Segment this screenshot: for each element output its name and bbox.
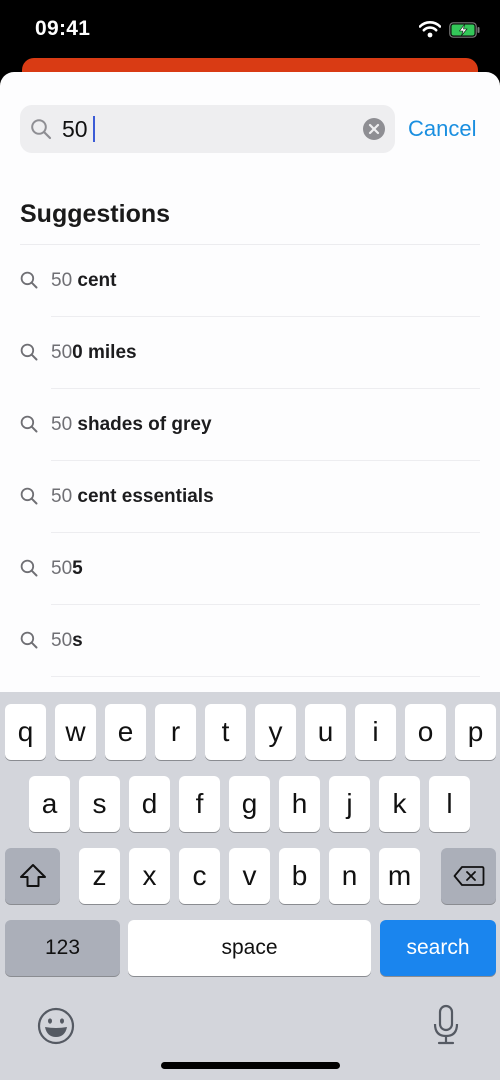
status-bar: 09:41 (0, 0, 500, 60)
key-b[interactable]: b (279, 848, 320, 904)
battery-charging-icon (449, 22, 480, 38)
suggestion-item[interactable]: 505 (0, 533, 500, 605)
status-time: 09:41 (35, 17, 91, 40)
key-k[interactable]: k (379, 776, 420, 832)
suggestion-query-part: 50 (51, 414, 73, 435)
delete-key[interactable] (441, 848, 496, 904)
suggestion-completion: shades of grey (72, 414, 212, 435)
suggestion-item[interactable]: 50 cent essentials (0, 461, 500, 533)
suggestion-query-part: 50 (51, 270, 73, 291)
key-w[interactable]: w (55, 704, 96, 760)
suggestion-label: 50 shades of grey (51, 414, 212, 436)
suggestion-label: 500 miles (51, 342, 137, 364)
suggestion-label: 50s (51, 630, 83, 652)
search-key[interactable]: search (380, 920, 496, 976)
suggestion-label: 50 cent essentials (51, 486, 214, 508)
key-d[interactable]: d (129, 776, 170, 832)
clear-icon (368, 123, 380, 135)
suggestion-query-part: 50 (51, 486, 73, 507)
suggestion-query-part: 50 (51, 630, 73, 651)
suggestion-label: 50 cent (51, 270, 117, 292)
search-icon (20, 631, 38, 649)
key-f[interactable]: f (179, 776, 220, 832)
search-query: 50 (62, 116, 88, 142)
key-s[interactable]: s (79, 776, 120, 832)
key-p[interactable]: p (455, 704, 496, 760)
text-cursor (92, 116, 95, 142)
suggestion-query-part: 50 (51, 342, 73, 363)
suggestion-label: 505 (51, 558, 83, 580)
keyboard: q w e r t y u i o p a s d f g h j k l z … (0, 692, 500, 1080)
key-a[interactable]: a (29, 776, 70, 832)
key-x[interactable]: x (129, 848, 170, 904)
search-icon (20, 343, 38, 361)
key-l[interactable]: l (429, 776, 470, 832)
suggestion-completion: cent (72, 270, 117, 291)
key-z[interactable]: z (79, 848, 120, 904)
space-key[interactable]: space (128, 920, 371, 976)
suggestions-heading: Suggestions (20, 200, 171, 228)
suggestion-item[interactable]: 500 miles (0, 317, 500, 389)
key-i[interactable]: i (355, 704, 396, 760)
divider (51, 676, 480, 677)
numbers-key[interactable]: 123 (5, 920, 120, 976)
suggestion-completion: 5 (72, 558, 83, 579)
suggestions-list: 50 cent 500 miles 50 shades of grey 50 c… (0, 245, 500, 677)
shift-icon (19, 864, 46, 887)
key-m[interactable]: m (379, 848, 420, 904)
suggestion-item[interactable]: 50 cent (0, 245, 500, 317)
suggestion-item[interactable]: 50s (0, 605, 500, 677)
key-n[interactable]: n (329, 848, 370, 904)
search-icon (31, 119, 52, 140)
suggestion-completion: cent essentials (72, 486, 214, 507)
search-icon (20, 415, 38, 433)
suggestion-completion: s (72, 630, 83, 651)
key-q[interactable]: q (5, 704, 46, 760)
key-h[interactable]: h (279, 776, 320, 832)
search-input[interactable]: 50 (20, 105, 395, 153)
emoji-icon[interactable] (37, 1007, 75, 1045)
home-indicator[interactable] (161, 1062, 340, 1069)
key-c[interactable]: c (179, 848, 220, 904)
key-j[interactable]: j (329, 776, 370, 832)
key-u[interactable]: u (305, 704, 346, 760)
key-r[interactable]: r (155, 704, 196, 760)
clear-search-button[interactable] (363, 118, 385, 140)
key-t[interactable]: t (205, 704, 246, 760)
suggestion-item[interactable]: 50 shades of grey (0, 389, 500, 461)
suggestion-query-part: 50 (51, 558, 73, 579)
microphone-icon[interactable] (432, 1004, 460, 1046)
suggestion-completion: 0 miles (72, 342, 137, 363)
key-o[interactable]: o (405, 704, 446, 760)
key-g[interactable]: g (229, 776, 270, 832)
backspace-icon (453, 866, 484, 886)
search-input-text[interactable]: 50 (62, 116, 95, 143)
search-icon (20, 559, 38, 577)
key-e[interactable]: e (105, 704, 146, 760)
key-y[interactable]: y (255, 704, 296, 760)
search-icon (20, 271, 38, 289)
cancel-button[interactable]: Cancel (408, 116, 476, 142)
search-icon (20, 487, 38, 505)
wifi-icon (419, 21, 441, 38)
shift-key[interactable] (5, 848, 60, 904)
key-v[interactable]: v (229, 848, 270, 904)
